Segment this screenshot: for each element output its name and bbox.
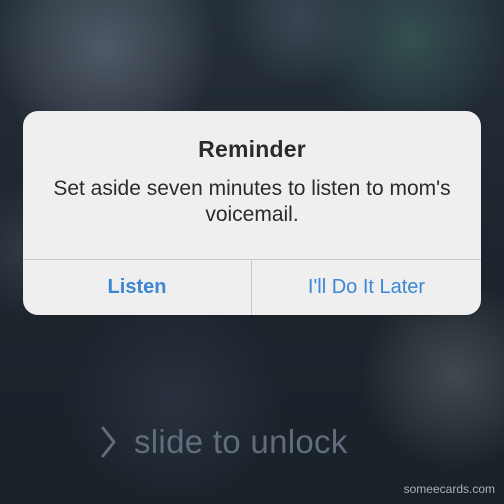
alert-title: Reminder	[198, 136, 306, 162]
do-it-later-button[interactable]: I'll Do It Later	[252, 260, 481, 315]
watermark: someecards.com	[403, 482, 495, 496]
chevron-right-icon	[101, 426, 116, 458]
slide-to-unlock-label: slide to unlock	[134, 423, 348, 460]
slide-to-unlock[interactable]: slide to unlock	[100, 420, 348, 464]
lock-screen-background: Reminder Set aside seven minutes to list…	[0, 0, 504, 504]
alert-message: Set aside seven minutes to listen to mom…	[53, 177, 451, 226]
reminder-alert: Reminder Set aside seven minutes to list…	[23, 111, 481, 315]
listen-button[interactable]: Listen	[23, 260, 251, 315]
